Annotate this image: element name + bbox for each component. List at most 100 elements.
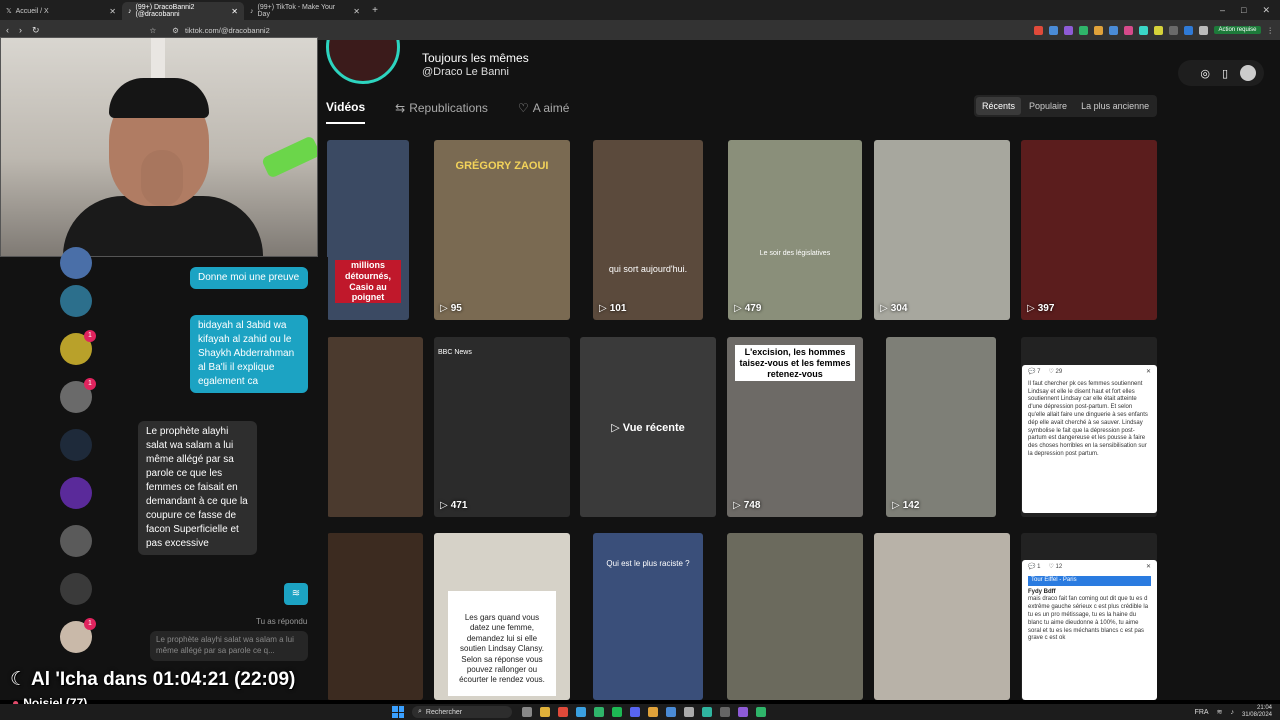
close-tab-icon[interactable]: ✕ <box>353 7 360 16</box>
play-icon: ▷ <box>880 303 888 314</box>
bookmark-icon[interactable]: ☆ <box>150 26 157 35</box>
search-icon: ⌕ <box>418 708 422 715</box>
volume-icon[interactable]: ♪ <box>1230 709 1234 716</box>
location-tag[interactable]: Tour Eiffel - Paris <box>1028 575 1151 586</box>
app-icon[interactable] <box>720 707 730 717</box>
play-icon: ▷ <box>440 500 448 511</box>
video-card[interactable]: ▷ 304 <box>874 140 1010 320</box>
language-indicator[interactable]: FRA <box>1195 709 1209 716</box>
comment-text: Il faut chercher pk ces femmes soutienne… <box>1028 380 1148 457</box>
send-button[interactable]: ≋ <box>284 583 308 605</box>
forward-icon[interactable]: › <box>19 25 22 36</box>
video-card[interactable]: Qui est le plus raciste ? <box>593 533 703 700</box>
extension-icon[interactable] <box>1049 25 1059 35</box>
conversation-avatar[interactable] <box>60 247 92 279</box>
start-button[interactable] <box>392 706 404 718</box>
reload-icon[interactable]: ↻ <box>32 25 40 36</box>
prayer-countdown: Al 'Icha dans 01:04:21 (22:09) <box>31 668 296 690</box>
extension-icon[interactable] <box>1169 25 1179 35</box>
spotify-icon[interactable] <box>612 707 622 717</box>
comment-icon: 💬 1 <box>1028 564 1041 570</box>
app-icon[interactable] <box>558 707 568 717</box>
reply-label: Tu as répondu <box>256 617 308 626</box>
app-icon[interactable] <box>576 707 586 717</box>
back-icon[interactable]: ‹ <box>6 25 9 36</box>
messages-panel: 1 1 1 Donne moi une preuve bidayah al 3a… <box>0 247 328 700</box>
app-icon[interactable] <box>702 707 712 717</box>
extension-icon[interactable] <box>1064 25 1074 35</box>
app-icon[interactable] <box>594 707 604 717</box>
app-icon[interactable] <box>684 707 694 717</box>
video-card[interactable]: Le soir des législatives ▷ 479 <box>728 140 862 320</box>
chrome-icon[interactable] <box>666 707 676 717</box>
tab-title: Accueil / X <box>15 7 49 15</box>
video-card[interactable]: ▷ Vue récente <box>580 337 716 517</box>
conversation-avatar[interactable] <box>60 525 92 557</box>
view-count: ▷ 397 <box>1027 303 1055 314</box>
conversation-avatar[interactable]: 1 <box>60 330 96 365</box>
minimize-button[interactable]: – <box>1220 5 1225 16</box>
extension-icon[interactable] <box>1079 25 1089 35</box>
comment-author[interactable]: Fydy Bdff <box>1028 589 1151 597</box>
discord-icon[interactable] <box>630 707 640 717</box>
conversation-avatar[interactable] <box>60 285 92 317</box>
video-card[interactable]: Les gars quand vous datez une femme, dem… <box>434 533 570 700</box>
clock-time: 21:04 <box>1256 704 1272 711</box>
extension-icon[interactable] <box>1034 25 1044 35</box>
video-card[interactable]: GRÉGORY ZAOUI ▷ 95 <box>434 140 570 320</box>
conversation-avatar[interactable] <box>60 573 92 605</box>
extension-icon[interactable] <box>1094 25 1104 35</box>
maximize-button[interactable]: □ <box>1241 5 1246 16</box>
app-icon[interactable] <box>738 707 748 717</box>
popup-header: 💬 1 ♡ 12 ✕ <box>1028 564 1151 572</box>
reply-preview[interactable]: Le prophète alayhi salat wa salam a lui … <box>150 631 308 661</box>
browser-tab[interactable]: 𝕏 Accueil / X ✕ <box>0 2 122 20</box>
clock[interactable]: 21:04 31/08/2024 <box>1242 705 1272 719</box>
video-card[interactable] <box>874 533 1010 700</box>
video-card[interactable]: ▷ 397 <box>1021 140 1157 320</box>
conversation-avatar[interactable] <box>60 429 92 461</box>
video-overlay-text: BBC News <box>438 349 472 356</box>
video-card[interactable]: BBC News ▷ 471 <box>434 337 570 517</box>
extension-icon[interactable] <box>1124 25 1134 35</box>
video-card[interactable]: L'excision, les hommes taisez-vous et le… <box>727 337 863 517</box>
extension-icon[interactable] <box>1184 25 1194 35</box>
video-card[interactable]: qui sort aujourd'hui. ▷ 101 <box>593 140 703 320</box>
site-info-icon[interactable]: ⚙ <box>172 26 179 35</box>
action-required-button[interactable]: Action requise <box>1214 26 1261 34</box>
conversation-avatar[interactable]: 1 <box>60 378 96 413</box>
app-icon[interactable] <box>756 707 766 717</box>
close-tab-icon[interactable]: ✕ <box>231 7 238 16</box>
taskbar-search[interactable]: ⌕ Rechercher <box>412 706 512 718</box>
close-tab-icon[interactable]: ✕ <box>109 7 116 16</box>
new-tab-button[interactable]: + <box>366 5 384 16</box>
play-icon: ▷ <box>611 422 623 434</box>
address-bar[interactable]: ⚙ tiktok.com/@dracobanni2 <box>164 23 544 37</box>
menu-icon[interactable]: ⋮ <box>1267 26 1275 35</box>
tiktok-logo-icon: ♪ <box>128 7 132 15</box>
video-card[interactable] <box>327 533 423 700</box>
conversation-avatar[interactable]: 1 <box>60 618 96 653</box>
profile-icon[interactable] <box>1199 25 1209 35</box>
webcam-overlay <box>0 37 318 257</box>
play-icon: ▷ <box>1027 303 1035 314</box>
extension-icon[interactable] <box>1154 25 1164 35</box>
extension-icon[interactable] <box>1109 25 1119 35</box>
browser-tab[interactable]: ♪ (99+) TikTok - Make Your Day ✕ <box>244 2 366 20</box>
wifi-icon[interactable]: ≋ <box>1217 708 1223 716</box>
folder-icon[interactable] <box>540 707 550 717</box>
close-window-button[interactable]: ✕ <box>1262 5 1270 16</box>
app-icon[interactable] <box>648 707 658 717</box>
comment-popup: 💬 7 ♡ 29 ✕ Il faut chercher pk ces femme… <box>1022 365 1157 513</box>
video-card[interactable] <box>327 337 423 517</box>
video-card[interactable]: ▷ 142 <box>886 337 996 517</box>
browser-tab-active[interactable]: ♪ (99+) DracoBanni2 (@dracobanni ✕ <box>122 2 244 20</box>
play-icon: ▷ <box>440 303 448 314</box>
conversation-avatar[interactable] <box>60 477 92 509</box>
extension-icon[interactable] <box>1139 25 1149 35</box>
video-card[interactable] <box>727 533 863 700</box>
close-icon[interactable]: ✕ <box>1146 564 1151 572</box>
close-icon[interactable]: ✕ <box>1146 369 1151 377</box>
video-card[interactable]: millions détournés, Casio au poignet <box>327 140 409 320</box>
app-icon[interactable] <box>522 707 532 717</box>
